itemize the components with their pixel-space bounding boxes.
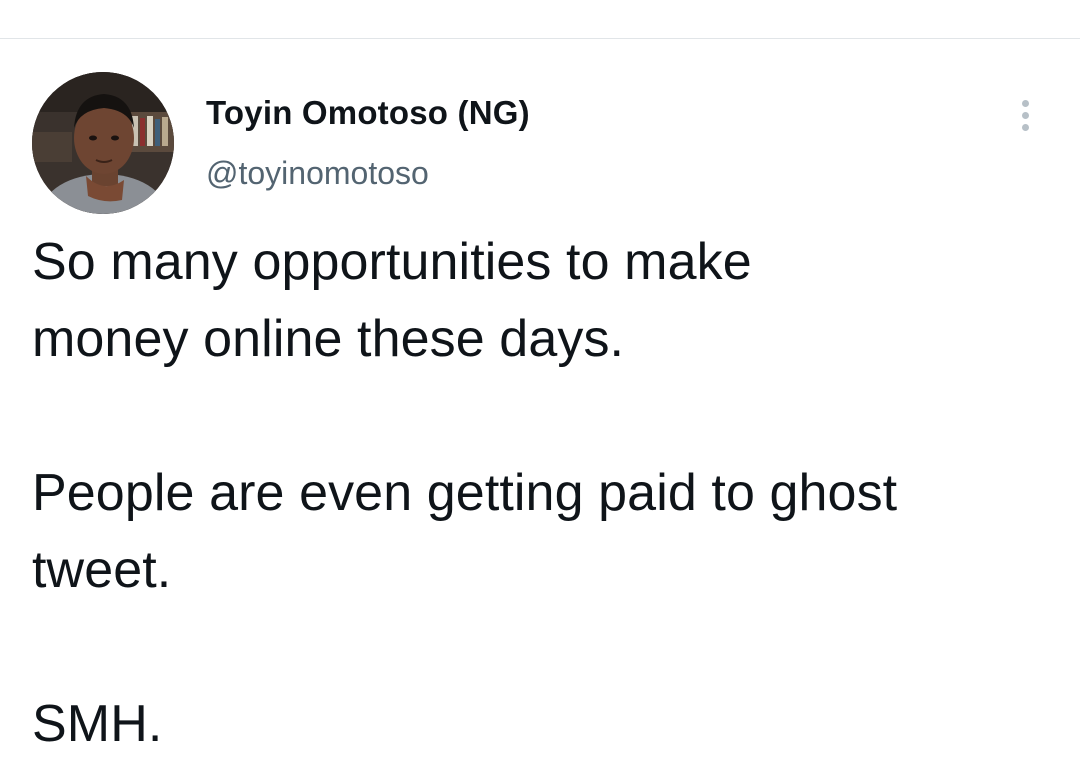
more-vertical-icon [1021, 99, 1029, 131]
author-display-name[interactable]: Toyin Omotoso (NG) [206, 94, 530, 132]
tweet-text-line: tweet. [32, 541, 172, 599]
tweet-text-line: money online these days. [32, 310, 625, 368]
more-options-button[interactable] [1008, 94, 1042, 136]
tweet-text: So many opportunities to make money onli… [32, 224, 1052, 763]
author-avatar[interactable] [32, 72, 174, 214]
top-divider [0, 38, 1080, 39]
author-handle[interactable]: @toyinomotoso [206, 155, 429, 192]
tweet-text-line: So many opportunities to make [32, 233, 752, 291]
tweet-text-line: SMH. [32, 695, 163, 753]
tweet-paragraph-gap [32, 378, 1052, 455]
tweet-paragraph-gap [32, 609, 1052, 686]
avatar-photo [32, 72, 174, 214]
tweet-text-line: People are even getting paid to ghost [32, 464, 898, 522]
